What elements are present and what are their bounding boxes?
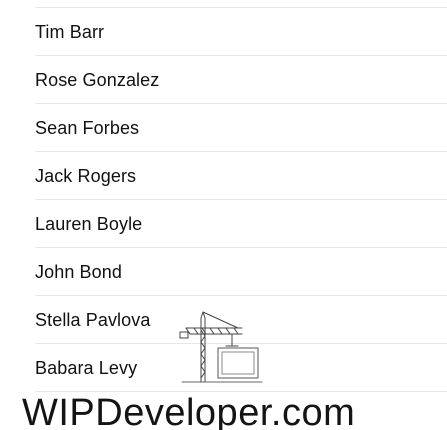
contact-row[interactable]: John Bond <box>0 248 447 296</box>
contact-name: Lauren Boyle <box>35 213 143 234</box>
contact-name: Jack Rogers <box>35 165 137 186</box>
contact-row[interactable]: Jack Rogers <box>0 152 447 200</box>
contact-row[interactable]: Sean Forbes <box>0 104 447 152</box>
contacts-screen: Tim Barr Rose Gonzalez Sean Forbes Jack … <box>0 0 447 430</box>
contact-name: Rose Gonzalez <box>35 69 160 90</box>
watermark: WIPDeveloper.com <box>0 392 447 430</box>
contact-name: Sean Forbes <box>35 117 140 138</box>
construction-crane-icon <box>179 311 263 383</box>
watermark-text: WIPDeveloper.com <box>22 392 356 430</box>
contact-name: Tim Barr <box>35 21 105 42</box>
contact-name: John Bond <box>35 261 122 282</box>
contact-row[interactable]: Lauren Boyle <box>0 200 447 248</box>
contact-row[interactable]: Rose Gonzalez <box>0 56 447 104</box>
contact-name: Babara Levy <box>35 357 138 378</box>
contact-name: Stella Pavlova <box>35 309 151 330</box>
contact-row[interactable]: Tim Barr <box>0 8 447 56</box>
